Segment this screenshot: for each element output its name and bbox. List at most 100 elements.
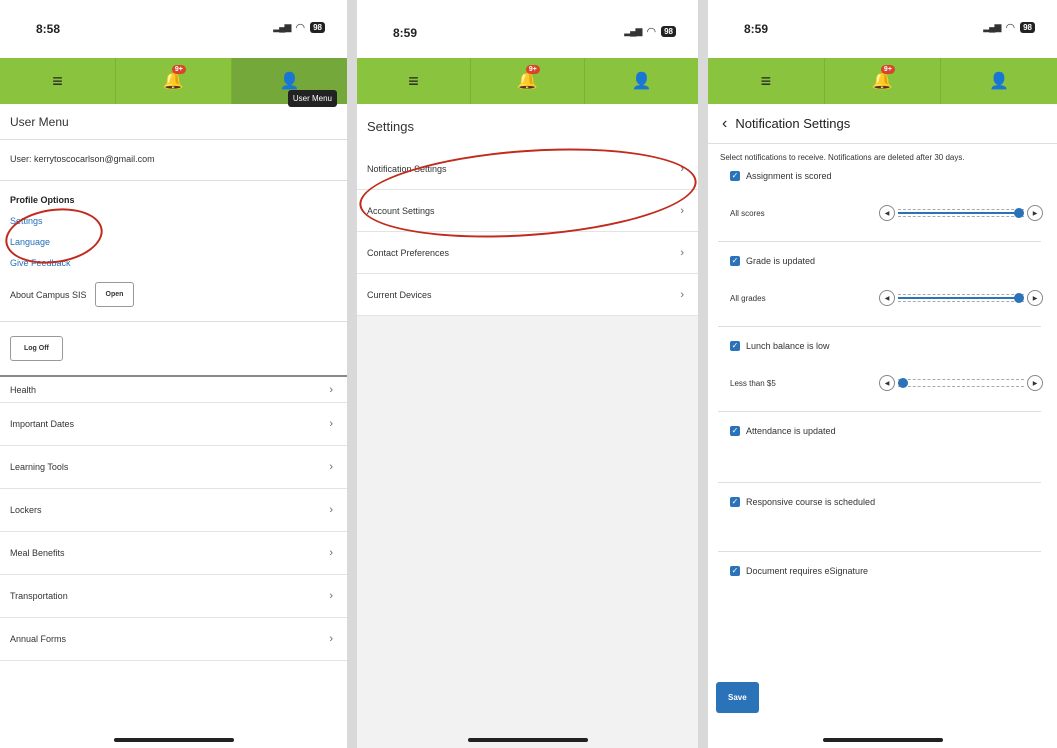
wifi-icon: ◠	[646, 26, 657, 38]
wifi-icon: ◠	[295, 22, 306, 34]
menu-list: Health › Important Dates › Learning Tools ›…	[0, 377, 347, 661]
chevron-right-icon: ›	[680, 246, 684, 259]
status-bar: 8:59 ▂▄▆ ◠ 98	[357, 10, 698, 58]
checkbox-grade-updated[interactable]: ✓ Grade is updated	[708, 256, 1057, 266]
slider-left-icon[interactable]: ◀	[879, 290, 895, 306]
divider	[718, 482, 1041, 483]
menu-tab[interactable]: ≡	[357, 58, 471, 104]
page-title: Notification Settings	[735, 116, 851, 131]
status-time: 8:58	[36, 22, 61, 36]
notification-badge: 9+	[525, 65, 540, 74]
user-menu-screen: 8:58 ▂▄▆ ◠ 98 ≡ 🔔 9+ 👤 User Menu User Men…	[0, 0, 347, 748]
lunch-slider[interactable]: ◀ ▶	[879, 375, 1043, 391]
list-item[interactable]: Lockers ›	[0, 489, 347, 532]
checkbox-icon: ✓	[730, 566, 740, 576]
about-label: About Campus SIS	[10, 289, 87, 300]
bell-icon: 🔔 9+	[871, 65, 895, 90]
person-icon: 👤	[279, 73, 300, 90]
divider	[698, 0, 708, 748]
checkbox-icon: ✓	[730, 426, 740, 436]
grade-slider[interactable]: ◀ ▶	[879, 290, 1043, 306]
checkbox-esignature[interactable]: ✓ Document requires eSignature	[708, 566, 1057, 576]
slider-knob[interactable]	[898, 378, 908, 388]
hamburger-icon: ≡	[760, 70, 772, 91]
slider-left-icon[interactable]: ◀	[879, 375, 895, 391]
slider-right-icon[interactable]: ▶	[1027, 375, 1043, 391]
score-slider[interactable]: ◀ ▶	[879, 205, 1043, 221]
signal-icon: ▂▄▆	[624, 26, 642, 36]
chevron-right-icon: ›	[329, 633, 333, 645]
menu-tab[interactable]: ≡	[0, 58, 116, 104]
person-icon: 👤	[631, 73, 652, 90]
checkbox-responsive-course[interactable]: ✓ Responsive course is scheduled	[708, 497, 1057, 507]
home-indicator	[113, 738, 234, 742]
status-bar: 8:58 ▂▄▆ ◠ 98	[0, 0, 347, 58]
list-item[interactable]: Transportation ›	[0, 575, 347, 618]
status-time: 8:59	[393, 26, 418, 40]
notifications-tab[interactable]: 🔔 9+	[471, 58, 585, 104]
slider-knob[interactable]	[1014, 208, 1024, 218]
log-off-button[interactable]: Log Off	[10, 336, 63, 361]
divider	[718, 411, 1041, 412]
user-tab[interactable]: 👤 User Menu	[232, 58, 347, 107]
top-nav: ≡ 🔔 9+ 👤 User Menu	[0, 58, 347, 107]
battery-icon: 98	[310, 22, 325, 33]
list-item[interactable]: Important Dates ›	[0, 403, 347, 446]
checkbox-assignment-scored[interactable]: ✓ Assignment is scored	[708, 171, 1057, 181]
person-icon: 👤	[989, 73, 1010, 90]
chevron-right-icon: ›	[680, 204, 684, 217]
slider-left-icon[interactable]: ◀	[879, 205, 895, 221]
slider-fill	[898, 212, 1019, 214]
open-button[interactable]: Open	[94, 282, 135, 307]
slider-fill	[898, 297, 1019, 299]
user-tab[interactable]: 👤	[941, 58, 1057, 104]
slider-row-grades: All grades ◀ ▶	[708, 290, 1057, 306]
checkbox-icon: ✓	[730, 171, 740, 181]
bell-icon: 🔔 9+	[516, 65, 540, 90]
save-button[interactable]: Save	[716, 682, 759, 713]
notification-badge: 9+	[880, 65, 895, 74]
hamburger-icon: ≡	[52, 70, 63, 91]
checkbox-icon: ✓	[730, 341, 740, 351]
list-item[interactable]: Meal Benefits ›	[0, 532, 347, 575]
user-menu-title: User Menu	[0, 104, 347, 140]
list-item-current-devices[interactable]: Current Devices ›	[357, 274, 698, 316]
divider	[718, 551, 1041, 552]
user-tab[interactable]: 👤	[585, 58, 698, 104]
wifi-icon: ◠	[1005, 22, 1016, 34]
slider-knob[interactable]	[1014, 293, 1024, 303]
checkbox-attendance[interactable]: ✓ Attendance is updated	[708, 426, 1057, 436]
list-item[interactable]: Annual Forms ›	[0, 618, 347, 661]
checkbox-icon: ✓	[730, 256, 740, 266]
page-title: Settings	[357, 104, 698, 148]
chevron-right-icon: ›	[680, 288, 684, 301]
menu-tab[interactable]: ≡	[708, 58, 825, 104]
slider-row-lunch: Less than $5 ◀ ▶	[708, 375, 1057, 391]
status-bar: 8:59 ▂▄▆ ◠ 98	[708, 0, 1057, 58]
notification-settings-screen: 8:59 ▂▄▆ ◠ 98 ≡ 🔔 9+ 👤 ‹ Notification Set…	[708, 0, 1057, 748]
slider-right-icon[interactable]: ▶	[1027, 290, 1043, 306]
divider	[718, 326, 1041, 327]
divider	[347, 0, 357, 748]
user-menu-tooltip: User Menu	[287, 90, 337, 107]
top-nav: ≡ 🔔 9+ 👤	[708, 58, 1057, 104]
list-item[interactable]: Learning Tools ›	[0, 446, 347, 489]
list-item-contact-preferences[interactable]: Contact Preferences ›	[357, 232, 698, 274]
battery-icon: 98	[1020, 22, 1035, 33]
chevron-right-icon: ›	[329, 461, 333, 473]
checkbox-icon: ✓	[730, 497, 740, 507]
list-item[interactable]: Health ›	[0, 377, 347, 403]
notifications-tab[interactable]: 🔔 9+	[825, 58, 942, 104]
slider-row-scores: All scores ◀ ▶	[708, 205, 1057, 221]
chevron-right-icon: ›	[329, 547, 333, 559]
chevron-right-icon: ›	[329, 590, 333, 602]
top-nav: ≡ 🔔 9+ 👤	[357, 58, 698, 104]
bell-icon: 🔔 9+	[162, 65, 186, 90]
slider-right-icon[interactable]: ▶	[1027, 205, 1043, 221]
checkbox-lunch-balance[interactable]: ✓ Lunch balance is low	[708, 341, 1057, 351]
description: Select notifications to receive. Notific…	[720, 153, 965, 162]
divider	[718, 241, 1041, 242]
back-chevron-icon[interactable]: ‹	[722, 115, 727, 133]
settings-screen: 8:59 ▂▄▆ ◠ 98 ≡ 🔔 9+ 👤 Settings Notificat…	[357, 10, 698, 748]
notifications-tab[interactable]: 🔔 9+	[116, 58, 232, 104]
